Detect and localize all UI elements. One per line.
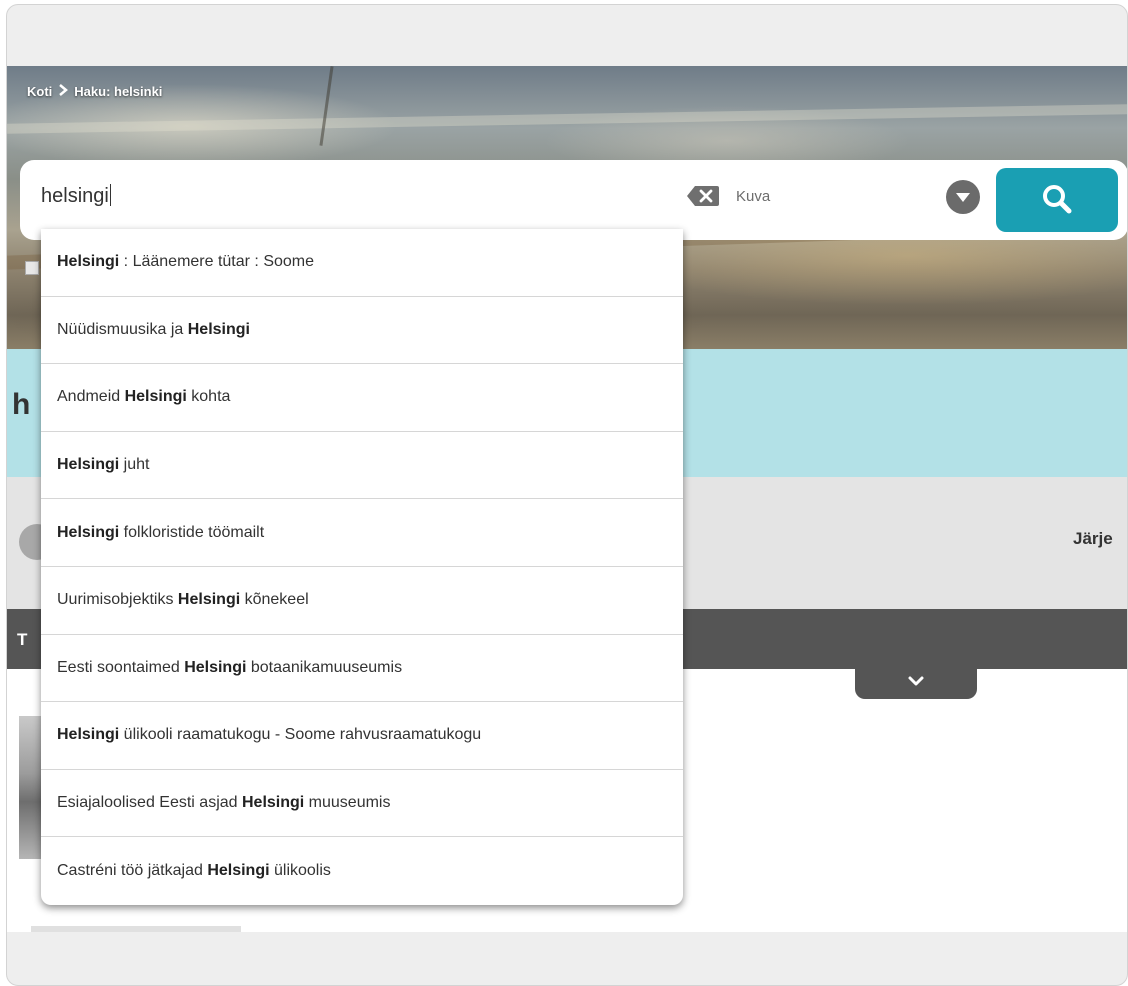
suggestion-text-after: : Läänemere tütar : Soome <box>119 253 315 271</box>
dropdown-arrow-icon[interactable] <box>946 180 980 214</box>
breadcrumb: Koti Haku: helsinki <box>27 84 162 99</box>
text-caret <box>109 184 111 206</box>
suggestion-text-after: kõnekeel <box>240 591 309 609</box>
suggestion-item[interactable]: Nüüdismuusika ja Helsingi <box>41 297 683 365</box>
thumbnail-caption-bar <box>31 926 241 932</box>
page-title: h <box>12 388 31 421</box>
search-input[interactable]: helsingi <box>41 184 111 208</box>
suggestion-text-before: Andmeid <box>57 388 125 406</box>
suggestion-text-after: kohta <box>186 388 231 406</box>
suggestion-item[interactable]: Andmeid Helsingi kohta <box>41 364 683 432</box>
search-query-text: helsingi <box>41 185 109 207</box>
autocomplete-dropdown: Helsingi : Läänemere tütar : Soome Nüüdis… <box>41 229 683 905</box>
suggestion-item[interactable]: Uurimisobjektiks Helsingi kõnekeel <box>41 567 683 635</box>
suggestion-text-before: Esiajaloolised Eesti asjad <box>57 794 242 812</box>
breadcrumb-current: Haku: helsinki <box>74 84 163 99</box>
suggestion-match: Helsingi <box>207 862 270 880</box>
clear-x-icon[interactable] <box>686 185 720 207</box>
sort-label[interactable]: Järje <box>1073 529 1113 549</box>
suggestion-text-after: ülikooli raamatukogu - Soome rahvusraama… <box>119 726 482 744</box>
suggestion-match: Helsingi <box>177 591 241 609</box>
browser-frame: Koti Haku: helsinki h Järje T helsingi K… <box>6 4 1128 986</box>
search-button[interactable] <box>996 168 1118 232</box>
suggestion-item[interactable]: Helsingi juht <box>41 432 683 500</box>
suggestion-match: Helsingi <box>57 456 120 474</box>
suggestion-match: Helsingi <box>184 658 247 676</box>
suggestion-match: Helsingi <box>124 388 187 406</box>
suggestion-text-after: ülikoolis <box>269 862 331 880</box>
suggestion-text-before: Nüüdismuusika ja <box>57 320 188 338</box>
expand-filters-button[interactable] <box>855 669 977 699</box>
suggestion-text-before: Uurimisobjektiks <box>57 591 178 609</box>
suggestion-text-after: juht <box>119 456 150 474</box>
page-viewport: Koti Haku: helsinki h Järje T helsingi K… <box>7 66 1127 932</box>
breadcrumb-home-link[interactable]: Koti <box>27 84 52 99</box>
search-type-label[interactable]: Kuva <box>736 188 770 205</box>
suggestion-match: Helsingi <box>57 253 120 271</box>
suggestion-item[interactable]: Helsingi folkloristide töömailt <box>41 499 683 567</box>
suggestion-match: Helsingi <box>242 794 305 812</box>
suggestion-match: Helsingi <box>187 320 250 338</box>
suggestion-text-before: Eesti soontaimed <box>57 658 185 676</box>
suggestion-item[interactable]: Esiajaloolised Eesti asjad Helsingi muus… <box>41 770 683 838</box>
magnifier-icon <box>1043 185 1072 214</box>
filter-checkbox[interactable] <box>25 261 39 275</box>
suggestion-text-after: muuseumis <box>304 794 391 812</box>
suggestion-item[interactable]: Helsingi : Läänemere tütar : Soome <box>41 229 683 297</box>
chevron-down-icon <box>908 676 924 686</box>
suggestion-item[interactable]: Helsingi ülikooli raamatukogu - Soome ra… <box>41 702 683 770</box>
suggestion-match: Helsingi <box>57 726 120 744</box>
suggestion-text-before: Castréni töö jätkajad <box>57 862 208 880</box>
suggestion-match: Helsingi <box>57 523 120 541</box>
suggestion-item[interactable]: Castréni töö jätkajad Helsingi ülikoolis <box>41 837 683 905</box>
chevron-right-icon <box>58 84 69 99</box>
suggestion-item[interactable]: Eesti soontaimed Helsingi botaanikamuuse… <box>41 635 683 703</box>
suggestion-text-after: folkloristide töömailt <box>119 523 265 541</box>
suggestion-text-after: botaanikamuuseumis <box>246 658 403 676</box>
search-bar: helsingi Kuva <box>20 160 1127 240</box>
section-title: T <box>17 630 28 649</box>
